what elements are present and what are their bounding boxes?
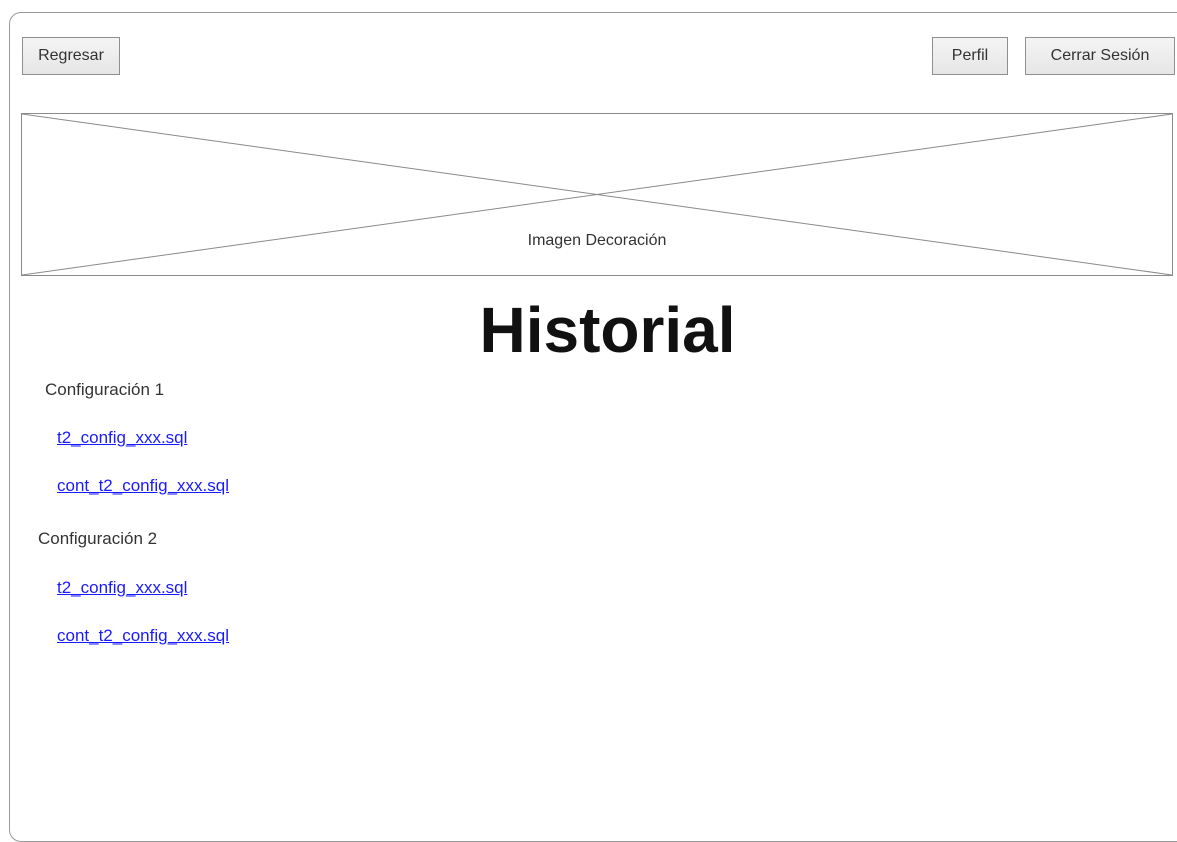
page-title: Historial <box>479 294 736 366</box>
decoration-image-placeholder: Imagen Decoración <box>21 113 1173 276</box>
profile-button[interactable]: Perfil <box>932 37 1008 75</box>
sql-file-link[interactable]: cont_t2_config_xxx.sql <box>57 476 229 496</box>
sql-file-link[interactable]: cont_t2_config_xxx.sql <box>57 626 229 646</box>
sql-file-link[interactable]: t2_config_xxx.sql <box>57 578 187 598</box>
decoration-image-caption: Imagen Decoración <box>527 232 667 249</box>
sql-file-link[interactable]: t2_config_xxx.sql <box>57 428 187 448</box>
logout-button[interactable]: Cerrar Sesión <box>1025 37 1175 75</box>
back-button[interactable]: Regresar <box>22 37 120 75</box>
image-placeholder-cross-icon <box>22 114 1172 275</box>
config-group-label: Configuración 1 <box>45 380 165 399</box>
config-group-label: Configuración 2 <box>38 529 158 548</box>
